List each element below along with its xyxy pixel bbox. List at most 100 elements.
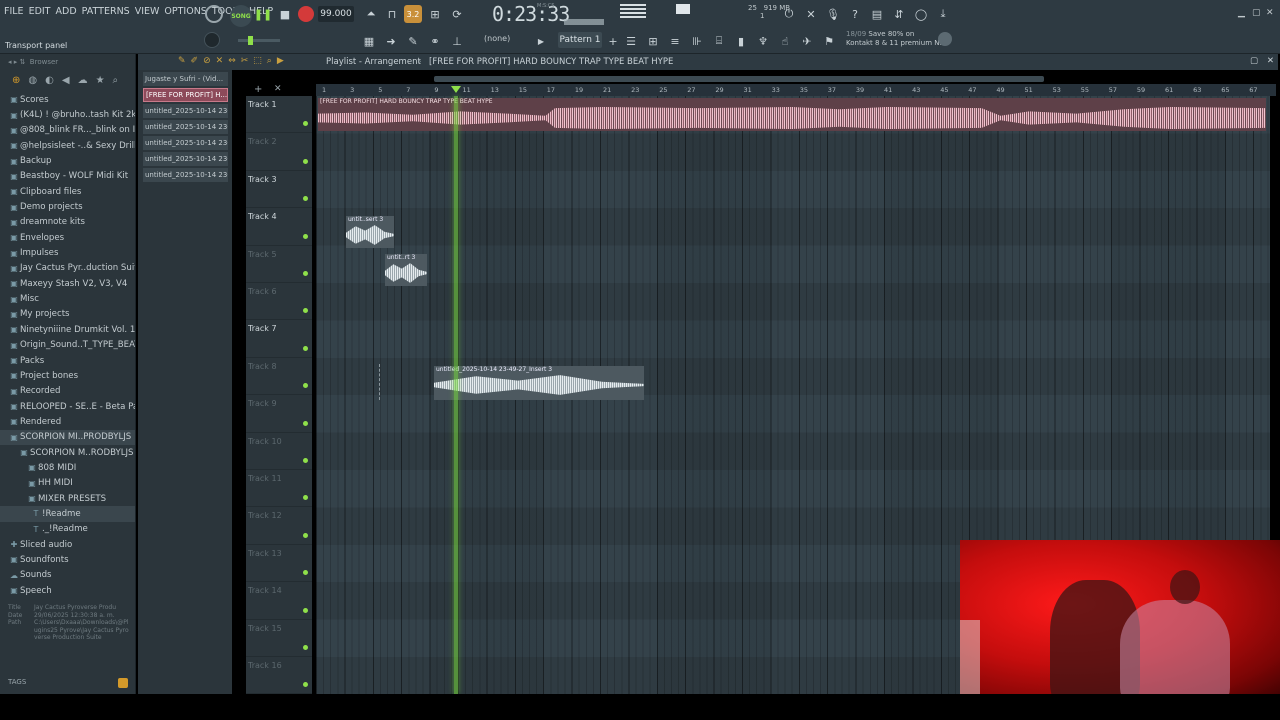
- master-pitch-knob[interactable]: [204, 32, 220, 48]
- loop-record-icon[interactable]: ⟳: [448, 5, 466, 23]
- browser-item[interactable]: ▣ Recorded: [0, 384, 135, 399]
- browser-item[interactable]: ▣ @808_blink FR..._blink on IG): [0, 123, 135, 138]
- piano-icon[interactable]: ▦: [360, 32, 378, 50]
- browser-item[interactable]: ▣ @helpsisleet -..& Sexy Drill): [0, 138, 135, 153]
- playback-tool-icon[interactable]: ▶: [277, 56, 284, 66]
- browser-plugins-icon[interactable]: ◍: [28, 75, 37, 86]
- tags-bar[interactable]: TAGS: [8, 678, 132, 690]
- browser-item[interactable]: ▣ Backup: [0, 153, 135, 168]
- browser-item[interactable]: ▣ Speech: [0, 583, 135, 598]
- browser-item[interactable]: ▣ SCORPION MI..PRODBYLJS: [0, 429, 135, 445]
- browser-item[interactable]: ▣ Scores: [0, 92, 135, 107]
- browser-item[interactable]: ▣ Soundfonts: [0, 552, 135, 567]
- playlist-icon[interactable]: ☰: [622, 32, 640, 50]
- step-edit-icon[interactable]: ⊞: [426, 5, 444, 23]
- audio-clip-track4[interactable]: untit..rt 3: [385, 254, 427, 286]
- cpu-knob-icon[interactable]: [205, 5, 223, 23]
- minimize-icon[interactable]: ▁: [1238, 8, 1245, 18]
- browser-item[interactable]: ▣ Ninetyniiine Drumkit Vol. 1: [0, 322, 135, 337]
- audio-clip-track3[interactable]: untit..sert 3: [346, 216, 394, 248]
- track-header[interactable]: Track 10: [246, 433, 312, 470]
- track-header[interactable]: Track 2: [246, 133, 312, 171]
- playlist-maximize-icon[interactable]: ▢: [1250, 56, 1258, 66]
- track-header[interactable]: Track 16: [246, 657, 312, 695]
- track-header[interactable]: Track 4: [246, 208, 312, 246]
- browser-item[interactable]: T !Readme: [0, 506, 135, 522]
- menu-edit[interactable]: EDIT: [29, 6, 51, 17]
- countdown-icon[interactable]: 3.2: [404, 5, 422, 23]
- track-header[interactable]: Track 6: [246, 283, 312, 321]
- track-mute-led[interactable]: [303, 270, 308, 276]
- master-volume-slider[interactable]: [238, 36, 280, 45]
- browser-item[interactable]: T ._!Readme: [0, 522, 135, 537]
- add-pattern-icon[interactable]: +: [604, 32, 622, 50]
- audio-clip-main[interactable]: [FREE FOR PROFIT] HARD BOUNCY TRAP TYPE …: [318, 98, 1266, 131]
- globe-icon[interactable]: [938, 32, 952, 46]
- browser-item[interactable]: ▣ Maxeyy Stash V2, V3, V4: [0, 276, 135, 291]
- track-mute-led[interactable]: [303, 570, 308, 576]
- track-header[interactable]: Track 9: [246, 395, 312, 433]
- track-header[interactable]: Track 12: [246, 507, 312, 545]
- browser-item[interactable]: ▣ Packs: [0, 353, 135, 368]
- help-icon[interactable]: ?: [846, 5, 864, 23]
- browser-cloud-icon[interactable]: ☁: [78, 75, 88, 86]
- save-icon[interactable]: ▤: [868, 5, 886, 23]
- browser-item[interactable]: ▣ Jay Cactus Pyr..duction Suite: [0, 261, 135, 276]
- tuner-icon[interactable]: ♆: [754, 32, 772, 50]
- browser-item[interactable]: ▣ Demo projects: [0, 199, 135, 214]
- mute-tool-icon[interactable]: ✕: [216, 56, 224, 66]
- plugin-icon[interactable]: ✕: [802, 5, 820, 23]
- track-mute-led[interactable]: [303, 233, 308, 239]
- song-mode-toggle[interactable]: SONG: [230, 5, 252, 27]
- collapse-icon[interactable]: ✕: [274, 84, 282, 94]
- picker-clip-item[interactable]: [FREE FOR PROFIT] H...: [143, 88, 228, 102]
- track-mute-led[interactable]: [303, 607, 308, 613]
- news-panel[interactable]: 18/09 Save 80% on Kontakt 8 & 11 premium…: [846, 30, 946, 48]
- browser-item[interactable]: ▣ Project bones: [0, 368, 135, 383]
- menu-file[interactable]: FILE: [4, 6, 24, 17]
- track-header[interactable]: Track 8: [246, 358, 312, 396]
- record-button[interactable]: [298, 6, 314, 22]
- tags-search-icon[interactable]: [118, 678, 128, 688]
- browser-item[interactable]: ▣ Rendered: [0, 414, 135, 429]
- touch-icon[interactable]: ☝: [776, 32, 794, 50]
- browser-item[interactable]: ✚ Sliced audio: [0, 537, 135, 552]
- chat-icon[interactable]: ◯: [912, 5, 930, 23]
- none-selector[interactable]: (none): [484, 34, 510, 43]
- browser-item[interactable]: ▣ Beastboy - WOLF Midi Kit: [0, 169, 135, 184]
- link-icon[interactable]: ⚭: [426, 32, 444, 50]
- project-icon[interactable]: ✈: [798, 32, 816, 50]
- playlist-close-icon[interactable]: ✕: [1267, 56, 1274, 66]
- playhead[interactable]: [454, 96, 458, 694]
- stop-button[interactable]: ■: [276, 5, 294, 23]
- menu-view[interactable]: VIEW: [135, 6, 160, 17]
- browser-item[interactable]: ☁ Sounds: [0, 568, 135, 583]
- download-icon[interactable]: ⤓: [934, 5, 952, 23]
- menu-patterns[interactable]: PATTERNS: [82, 6, 130, 17]
- horizontal-scrollbar[interactable]: [434, 76, 1044, 82]
- browser-item[interactable]: ▣ My projects: [0, 307, 135, 322]
- pattern-selector[interactable]: Pattern 1: [558, 32, 602, 48]
- refresh-icon[interactable]: ⏻: [780, 5, 798, 23]
- track-header[interactable]: Track 5: [246, 246, 312, 283]
- browser-projects-icon[interactable]: ◐: [45, 75, 54, 86]
- browser-item[interactable]: ▣ Impulses: [0, 245, 135, 260]
- track-mute-led[interactable]: [303, 532, 308, 538]
- select-tool-icon[interactable]: ⬚: [253, 56, 262, 66]
- track-mute-led[interactable]: [303, 420, 308, 426]
- piano-roll-icon[interactable]: ⊪: [688, 32, 706, 50]
- plugin-picker-icon[interactable]: ▮: [732, 32, 750, 50]
- pause-button[interactable]: ❚❚: [254, 5, 272, 23]
- track-header[interactable]: Track 1: [246, 96, 312, 134]
- stamp-icon[interactable]: ⊥: [448, 32, 466, 50]
- track-header[interactable]: Track 14: [246, 582, 312, 620]
- picker-clip-item[interactable]: untitled_2025-10-14 23-...: [143, 136, 228, 150]
- browser-item[interactable]: ▣ 808 MIDI: [0, 460, 135, 475]
- browser-nav-icon[interactable]: ◂ ▸ ⇅: [8, 58, 30, 66]
- track-mute-led[interactable]: [303, 457, 308, 463]
- track-mute-led[interactable]: [303, 308, 308, 314]
- picker-clip-item[interactable]: untitled_2025-10-14 23-...: [143, 168, 228, 182]
- slip-tool-icon[interactable]: ⇔: [228, 56, 236, 66]
- brush-icon[interactable]: ✎: [404, 32, 422, 50]
- time-display[interactable]: 0:23:33: [492, 2, 570, 26]
